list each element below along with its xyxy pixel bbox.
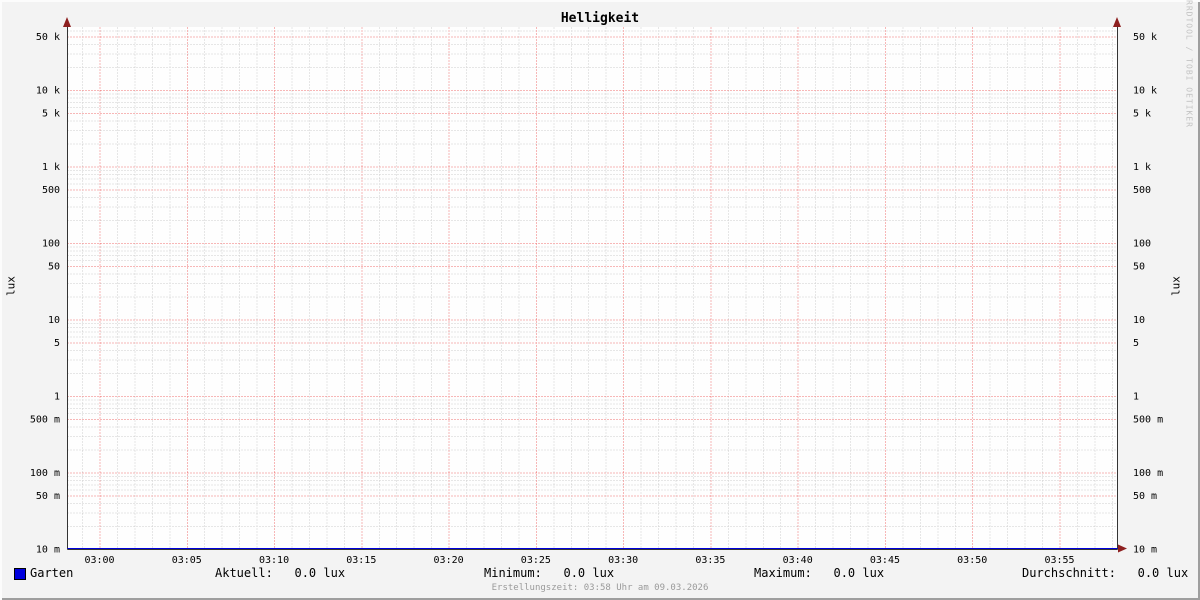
x-tick-label: 03:50 <box>957 555 987 566</box>
y-tick-label-right: 500 m <box>1133 415 1163 426</box>
legend-swatch-garten <box>14 568 26 580</box>
rrdtool-graph-window: Helligkeit 50 k 50 k 10 k 10 k5 k5 k1 k1 k5… <box>0 0 1200 600</box>
y-tick-label-right: 10 m <box>1133 545 1157 556</box>
y-tick-label-right: 500 <box>1133 185 1151 196</box>
y-tick-label-right: 50 <box>1133 262 1145 273</box>
y-tick-label-left: 1 <box>54 392 60 403</box>
stat-durchschnitt: Durchschnitt: 0.0 lux <box>1022 566 1189 580</box>
chart-canvas: 50 k 50 k10 k 10 k5 k5 k1 k1 k500 500100 100… <box>30 17 1163 566</box>
rrdtool-watermark: RRDTOOL / TOBI OETIKER <box>1184 0 1194 128</box>
x-tick-label: 03:00 <box>84 555 114 566</box>
y-axis-label-left: lux <box>4 276 18 296</box>
plot-background <box>67 27 1117 549</box>
creation-time-footer: Erstellungszeit: 03:58 Uhr am 09.03.2026 <box>491 583 709 593</box>
stat-maximum: Maximum: 0.0 lux <box>754 566 885 580</box>
y-tick-label-left: 10 m <box>36 545 60 556</box>
y-tick-label-right: 5 <box>1133 338 1139 349</box>
y-tick-label-left: 5 <box>54 338 60 349</box>
y-tick-label-right: 10 k <box>1133 86 1157 97</box>
x-tick-label: 03:15 <box>346 555 376 566</box>
x-tick-label: 03:40 <box>783 555 813 566</box>
x-tick-label: 03:20 <box>434 555 464 566</box>
x-tick-label: 03:05 <box>172 555 202 566</box>
y-tick-label-left: 5 k <box>42 109 60 120</box>
x-tick-label: 03:55 <box>1044 555 1074 566</box>
y-axis-label-right: lux <box>1169 276 1183 296</box>
legend-label-garten: Garten <box>30 566 74 580</box>
x-tick-label: 03:25 <box>521 555 551 566</box>
stat-aktuell: Aktuell: 0.0 lux <box>215 566 346 580</box>
y-tick-label-left: 100 <box>42 239 60 250</box>
y-tick-label-left: 100 m <box>30 468 60 479</box>
y-tick-label-right: 50 m <box>1133 491 1157 502</box>
x-tick-label: 03:35 <box>695 555 725 566</box>
y-tick-label-right: 100 <box>1133 239 1151 250</box>
y-tick-label-left: 50 m <box>36 491 60 502</box>
y-tick-label-left: 500 <box>42 185 60 196</box>
x-tick-label: 03:10 <box>259 555 289 566</box>
y-tick-label-left: 1 k <box>42 162 60 173</box>
y-tick-label-right: 5 k <box>1133 109 1151 120</box>
x-tick-label: 03:45 <box>870 555 900 566</box>
stat-minimum: Minimum: 0.0 lux <box>484 566 615 580</box>
y-tick-label-right: 10 <box>1133 315 1145 326</box>
y-tick-label-left: 500 m <box>30 415 60 426</box>
y-tick-label-right: 1 k <box>1133 162 1151 173</box>
y-tick-label-left: 50 <box>48 262 60 273</box>
y-tick-label-right: 50 k <box>1133 32 1157 43</box>
y-tick-label-left: 50 k <box>36 32 60 43</box>
y-tick-label-right: 1 <box>1133 392 1139 403</box>
x-tick-label: 03:30 <box>608 555 638 566</box>
y-tick-label-left: 10 k <box>36 86 60 97</box>
y-tick-label-right: 100 m <box>1133 468 1163 479</box>
y-tick-label-left: 10 <box>48 315 60 326</box>
